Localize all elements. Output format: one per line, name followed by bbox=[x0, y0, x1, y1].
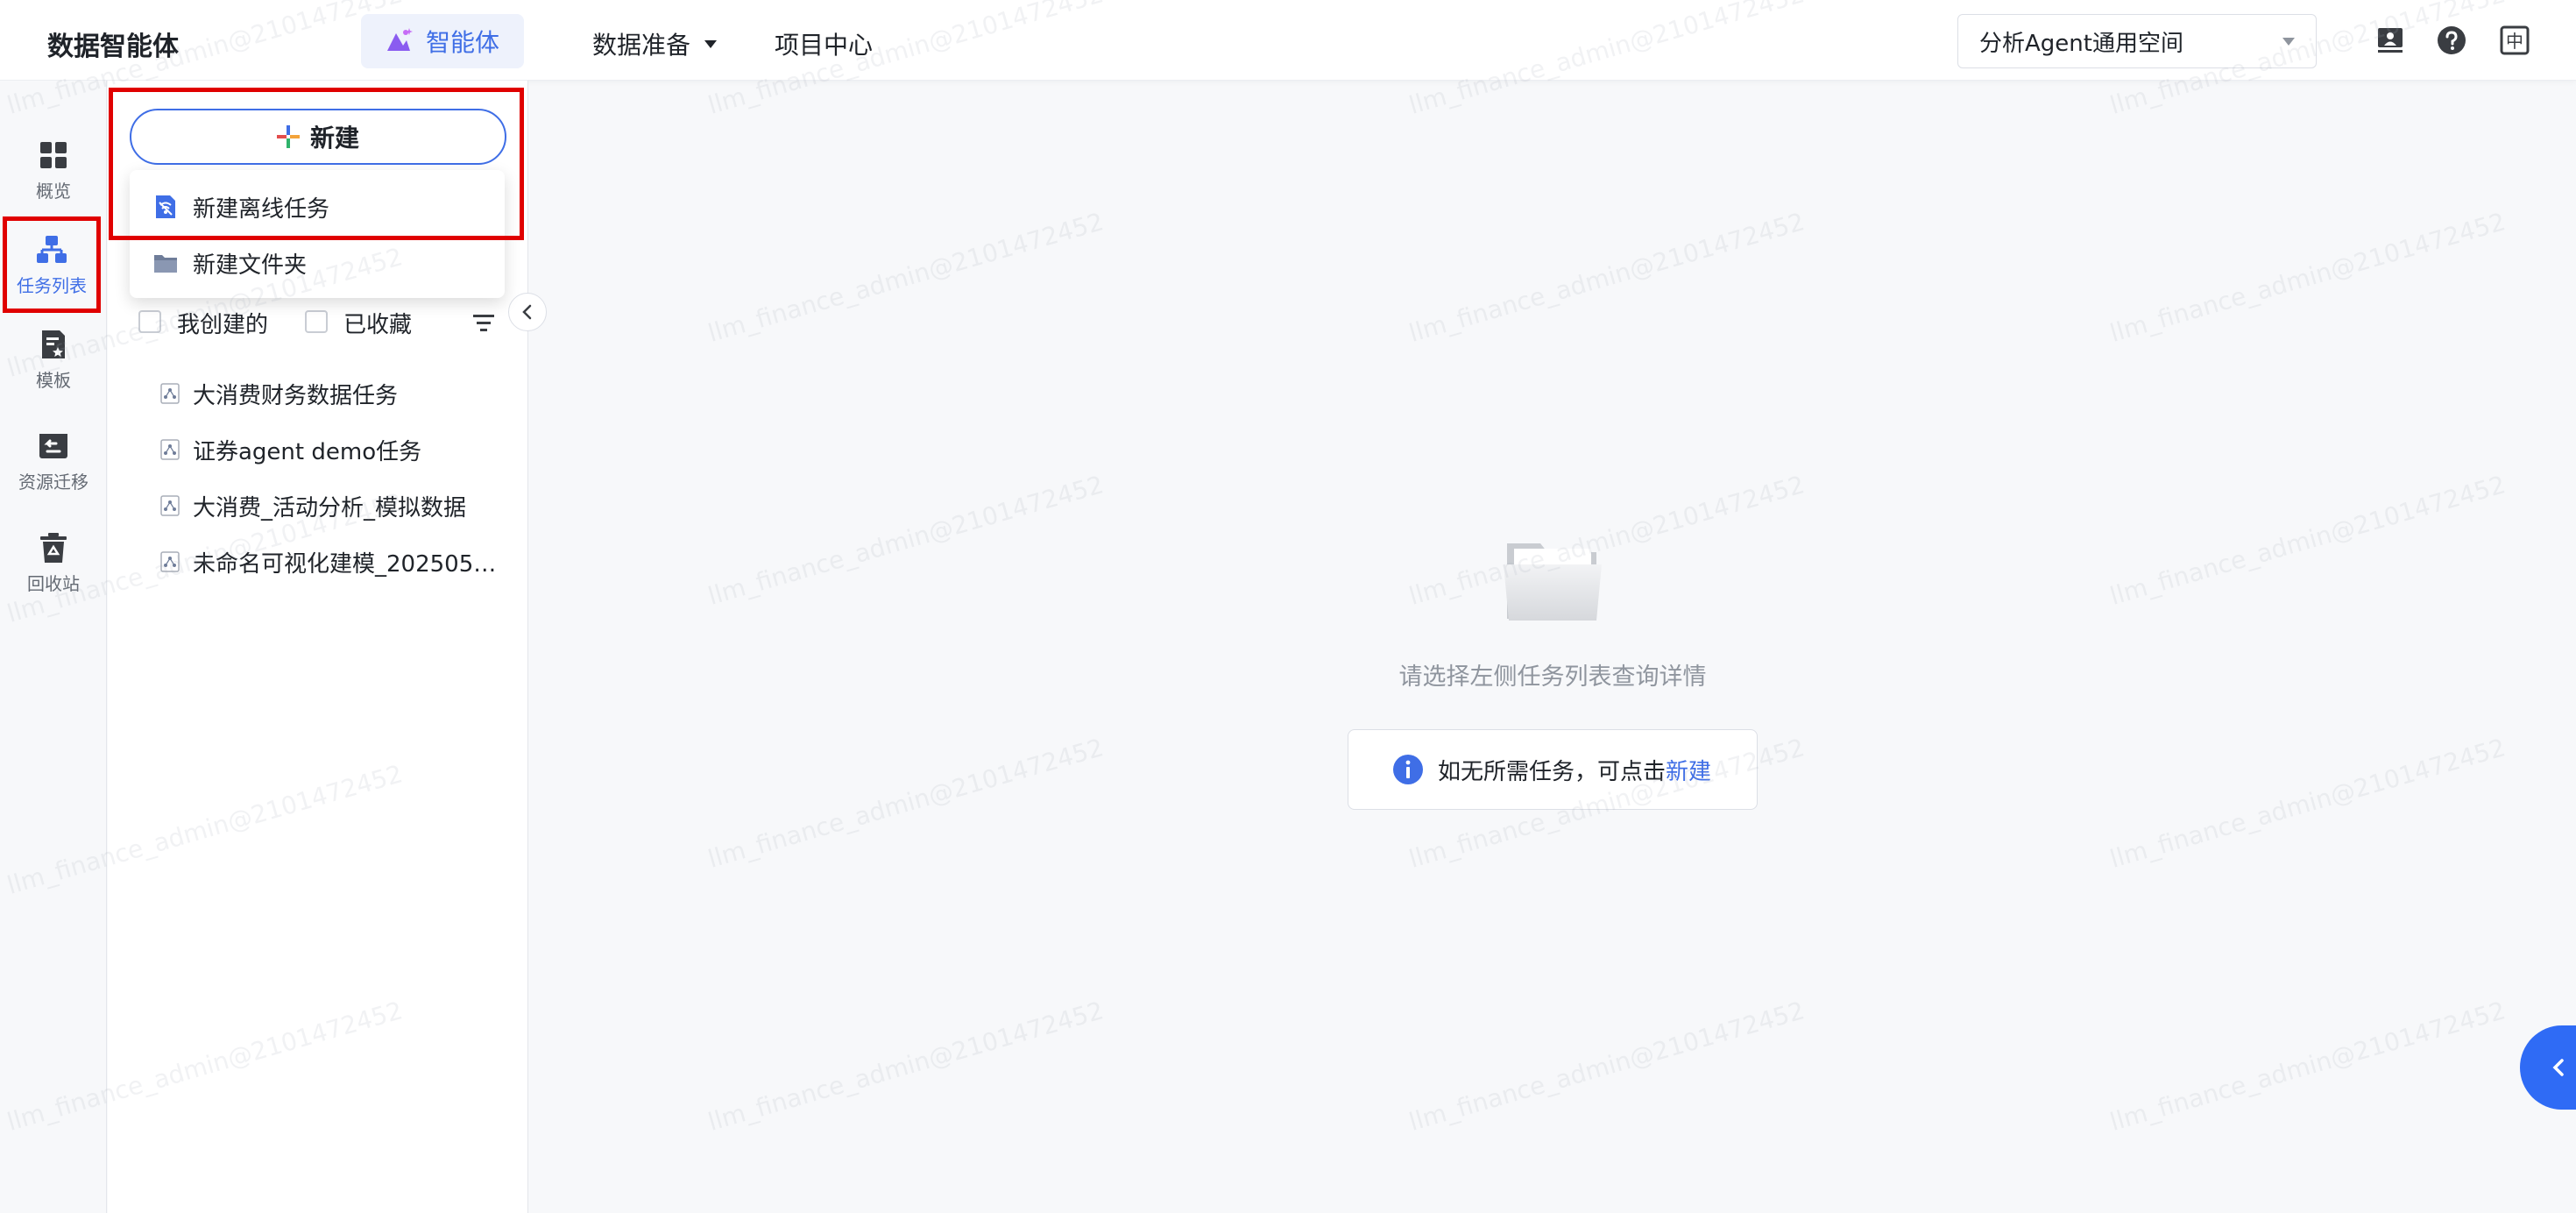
watermark: llm_finance_admin@2101472452 bbox=[2106, 470, 2509, 611]
left-rail: 概览 任务列表 模板 资源迁移 回收站 bbox=[0, 81, 107, 1213]
chevron-left-icon bbox=[522, 304, 532, 320]
hint-box: 如无所需任务，可点击 新建 bbox=[1348, 729, 1758, 810]
rail-item-label: 资源迁移 bbox=[18, 471, 88, 493]
grid-icon bbox=[40, 141, 67, 168]
nav-project-center[interactable]: 项目中心 bbox=[775, 26, 873, 61]
workspace-select-value: 分析Agent通用空间 bbox=[1979, 30, 2183, 57]
new-button[interactable]: 新建 bbox=[130, 109, 506, 165]
task-name: 未命名可视化建模_2025051... bbox=[193, 550, 508, 578]
nav-data-prep-label: 数据准备 bbox=[592, 31, 691, 60]
mine-filter-label: 我创建的 bbox=[177, 312, 269, 338]
watermark: llm_finance_admin@2101472452 bbox=[1405, 207, 1808, 348]
task-file-icon bbox=[160, 439, 180, 460]
watermark: llm_finance_admin@2101472452 bbox=[1405, 470, 1808, 611]
task-list-item[interactable]: 大消费财务数据任务 bbox=[159, 374, 510, 413]
nav-project-center-label: 项目中心 bbox=[775, 31, 874, 60]
workspace-select[interactable]: 分析Agent通用空间 bbox=[1957, 14, 2317, 68]
help-icon[interactable] bbox=[2436, 25, 2467, 56]
task-file-icon bbox=[160, 551, 180, 572]
favorites-checkbox[interactable] bbox=[305, 310, 328, 333]
chevron-down-icon bbox=[2282, 37, 2295, 46]
top-header: 数据智能体 智能体 数据准备 项目中心 分析Agent通用空间 中 bbox=[0, 0, 2576, 81]
agent-sparkle-icon bbox=[387, 28, 413, 51]
task-list-item[interactable]: 证券agent demo任务 bbox=[159, 430, 510, 469]
watermark: llm_finance_admin@2101472452 bbox=[704, 207, 1108, 348]
menu-item-new-offline-task[interactable]: 新建离线任务 bbox=[130, 179, 505, 235]
watermark: llm_finance_admin@2101472452 bbox=[704, 470, 1108, 611]
watermark: llm_finance_admin@2101472452 bbox=[704, 733, 1108, 874]
expand-assistant-button[interactable] bbox=[2520, 1025, 2576, 1110]
chevron-left-icon bbox=[2552, 1059, 2564, 1076]
language-zh-icon[interactable]: 中 bbox=[2499, 25, 2530, 56]
favorites-filter-label: 已收藏 bbox=[343, 312, 413, 338]
rail-item-label: 概览 bbox=[36, 180, 71, 202]
mine-checkbox[interactable] bbox=[138, 310, 161, 333]
tab-agent-label: 智能体 bbox=[426, 28, 500, 57]
tab-agent[interactable]: 智能体 bbox=[361, 14, 524, 68]
migrate-icon bbox=[39, 433, 67, 458]
rail-item-template[interactable]: 模板 bbox=[0, 316, 107, 403]
new-dropdown-menu: 新建离线任务 新建文件夹 bbox=[130, 170, 505, 298]
rail-item-task-list[interactable]: 任务列表 bbox=[3, 216, 101, 313]
task-name: 大消费财务数据任务 bbox=[193, 382, 399, 409]
watermark: llm_finance_admin@2101472452 bbox=[704, 996, 1108, 1137]
plus-icon bbox=[276, 125, 300, 148]
chevron-down-icon bbox=[704, 39, 718, 48]
watermark: llm_finance_admin@2101472452 bbox=[2106, 996, 2509, 1137]
hint-text: 如无所需任务，可点击 bbox=[1438, 758, 1667, 785]
template-icon bbox=[42, 330, 65, 358]
screen-share-icon[interactable] bbox=[2374, 25, 2406, 56]
brand-title: 数据智能体 bbox=[47, 32, 179, 62]
new-button-label: 新建 bbox=[309, 124, 359, 153]
rail-item-overview[interactable]: 概览 bbox=[0, 126, 107, 214]
nav-data-prep[interactable]: 数据准备 bbox=[592, 26, 718, 61]
task-name: 证券agent demo任务 bbox=[193, 438, 422, 465]
watermark: llm_finance_admin@2101472452 bbox=[1405, 996, 1808, 1137]
hint-new-link[interactable]: 新建 bbox=[1666, 754, 1711, 786]
task-file-icon bbox=[160, 383, 180, 404]
recycle-icon bbox=[40, 532, 67, 563]
menu-item-label: 新建离线任务 bbox=[193, 195, 330, 223]
task-name: 大消费_活动分析_模拟数据 bbox=[193, 494, 467, 521]
app-root: 数据智能体 智能体 数据准备 项目中心 分析Agent通用空间 中 概览 任务列… bbox=[0, 0, 2576, 1213]
empty-folder-icon bbox=[1504, 543, 1602, 621]
filter-icon[interactable] bbox=[470, 309, 498, 337]
rail-item-migration[interactable]: 资源迁移 bbox=[0, 417, 107, 505]
task-list-item[interactable]: 未命名可视化建模_2025051... bbox=[159, 543, 510, 581]
rail-item-label: 回收站 bbox=[27, 572, 80, 594]
collapse-panel-button[interactable] bbox=[508, 293, 547, 331]
watermark: llm_finance_admin@2101472452 bbox=[2106, 207, 2509, 348]
rail-item-label: 任务列表 bbox=[17, 274, 87, 296]
task-list-item[interactable]: 大消费_活动分析_模拟数据 bbox=[159, 486, 510, 525]
rail-item-recycle[interactable]: 回收站 bbox=[0, 519, 107, 606]
task-filters: 我创建的 已收藏 bbox=[138, 307, 506, 338]
folder-icon bbox=[154, 255, 177, 273]
empty-state-text: 请选择左侧任务列表查询详情 bbox=[1398, 663, 1707, 691]
menu-item-new-folder[interactable]: 新建文件夹 bbox=[130, 235, 505, 291]
info-icon bbox=[1393, 755, 1423, 784]
offline-task-icon bbox=[156, 195, 175, 218]
menu-item-label: 新建文件夹 bbox=[193, 252, 308, 279]
task-file-icon bbox=[160, 495, 180, 516]
language-glyph: 中 bbox=[2506, 31, 2523, 52]
watermark: llm_finance_admin@2101472452 bbox=[2106, 733, 2509, 874]
rail-item-label: 模板 bbox=[36, 369, 71, 391]
task-tree-icon bbox=[37, 235, 67, 263]
